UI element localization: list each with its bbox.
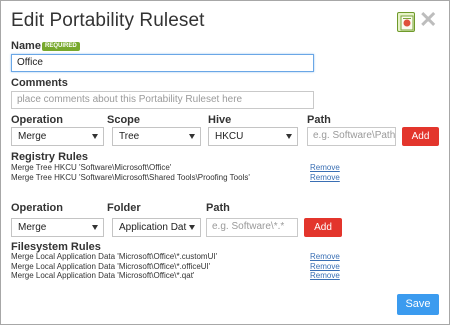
registry-scope-value: Tree [119,131,140,142]
chevron-down-icon [92,134,98,139]
chevron-down-icon [92,225,98,230]
filesystem-path-label: Path [206,202,230,214]
filesystem-rule-3-remove-link[interactable]: Remove [310,271,340,280]
comments-label: Comments [11,77,68,89]
filesystem-operation-value: Merge [18,222,47,233]
filesystem-rule-2-remove-link[interactable]: Remove [310,262,340,271]
filesystem-folder-label: Folder [107,202,141,214]
filesystem-operation-label: Operation [11,202,63,214]
filesystem-add-button[interactable]: Add [304,218,342,237]
chevron-down-icon [286,134,292,139]
registry-rule-2: Merge Tree HKCU 'Software\Microsoft\Shar… [11,173,250,182]
dialog-title: Edit Portability Ruleset [11,10,205,31]
filesystem-rule-1-remove-link[interactable]: Remove [310,252,340,261]
registry-hive-label: Hive [208,114,232,126]
filesystem-rule-2: Merge Local Application Data 'Microsoft\… [11,262,211,271]
filesystem-folder-select[interactable]: Application Dat [112,218,201,237]
filesystem-rule-3: Merge Local Application Data 'Microsoft\… [11,271,195,280]
registry-path-input[interactable]: e.g. Software\Path\ [307,127,396,146]
close-icon[interactable]: ✕ [419,9,437,31]
registry-hive-value: HKCU [215,131,244,142]
registry-path-label: Path [307,114,331,126]
save-button[interactable]: Save [397,294,439,315]
filesystem-folder-value: Application Dat [119,222,187,233]
registry-operation-value: Merge [18,131,47,142]
registry-hive-select[interactable]: HKCU [208,127,298,146]
chevron-down-icon [189,225,195,230]
ruleset-icon[interactable] [397,12,415,32]
registry-scope-label: Scope [107,114,141,126]
filesystem-path-input[interactable]: e.g. Software\*.* [206,218,298,237]
name-label: Name [11,40,41,52]
registry-rule-1-remove-link[interactable]: Remove [310,163,340,172]
required-badge: REQUIRED [42,42,80,51]
registry-rule-2-remove-link[interactable]: Remove [310,173,340,182]
name-input[interactable]: Office [11,54,314,72]
filesystem-rule-1: Merge Local Application Data 'Microsoft\… [11,252,218,261]
registry-rules-label: Registry Rules [11,151,89,163]
registry-rule-1: Merge Tree HKCU 'Software\Microsoft\Offi… [11,163,172,172]
registry-scope-select[interactable]: Tree [112,127,201,146]
registry-operation-label: Operation [11,114,63,126]
comments-input[interactable]: place comments about this Portability Ru… [11,91,314,109]
registry-add-button[interactable]: Add [402,127,439,146]
chevron-down-icon [189,134,195,139]
registry-operation-select[interactable]: Merge [11,127,104,146]
filesystem-operation-select[interactable]: Merge [11,218,104,237]
edit-ruleset-dialog: Edit Portability Ruleset ✕ Name REQUIRED… [0,0,450,325]
